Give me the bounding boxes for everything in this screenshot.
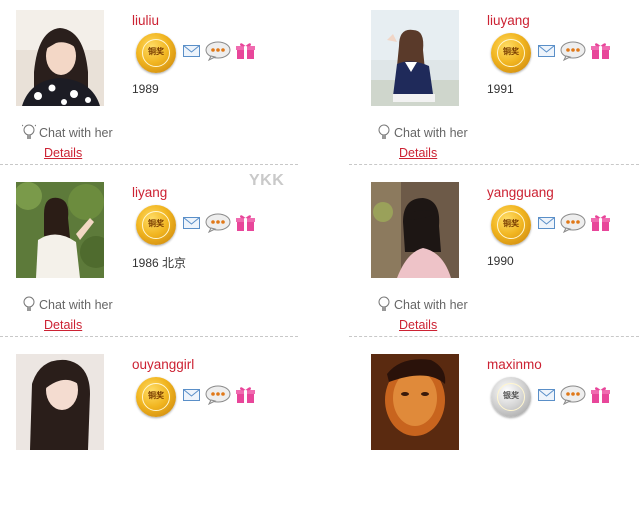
watermark-text: YKK — [249, 172, 285, 189]
medal-label: 银奖 — [503, 391, 519, 400]
medal-icon: 铜奖 — [136, 33, 176, 73]
profile-photo[interactable] — [371, 182, 459, 278]
details-link[interactable]: Details — [399, 146, 437, 160]
row-divider — [349, 336, 639, 337]
gift-icon[interactable] — [591, 214, 610, 232]
profile-photo[interactable] — [371, 10, 459, 106]
medal-icon: 银奖 — [491, 377, 531, 417]
chat-with-her-link[interactable]: Chat with her — [22, 124, 113, 142]
chat-label[interactable]: Chat with her — [39, 298, 113, 312]
profile-card-liyang: liyang 铜奖 1986 北京 Chat with her Details — [16, 182, 316, 342]
medal-icon: 铜奖 — [136, 205, 176, 245]
row-divider — [0, 164, 298, 165]
chat-bubble-icon[interactable] — [560, 385, 586, 405]
chat-with-her-link[interactable]: Chat with her — [22, 296, 113, 314]
medal-icon: 铜奖 — [136, 377, 176, 417]
chat-bubble-icon[interactable] — [205, 385, 231, 405]
medal-label: 铜奖 — [148, 47, 164, 56]
profile-name[interactable]: maxinmo — [487, 357, 542, 372]
profile-info: 1986 北京 — [132, 256, 187, 270]
profile-photo[interactable] — [16, 10, 104, 106]
profile-photo[interactable] — [16, 182, 104, 278]
lightbulb-icon — [23, 296, 35, 311]
chat-bubble-icon[interactable] — [205, 213, 231, 233]
row-divider — [0, 336, 298, 337]
chat-bubble-icon[interactable] — [560, 41, 586, 61]
medal-icon: 铜奖 — [491, 33, 531, 73]
profile-name[interactable]: liuliu — [132, 13, 159, 28]
details-link[interactable]: Details — [44, 318, 82, 332]
details-link[interactable]: Details — [44, 146, 82, 160]
lightbulb-icon — [22, 124, 36, 139]
profile-name[interactable]: liyang — [132, 185, 167, 200]
chat-label[interactable]: Chat with her — [394, 126, 468, 140]
medal-label: 铜奖 — [503, 219, 519, 228]
medal-label: 铜奖 — [148, 391, 164, 400]
profile-photo[interactable] — [16, 354, 104, 450]
gift-icon[interactable] — [236, 42, 255, 60]
profile-info: 1989 — [132, 82, 159, 96]
profile-card-yangguang: yangguang 铜奖 1990 Chat with her Details — [371, 182, 639, 342]
row-divider — [349, 164, 639, 165]
chat-with-her-link[interactable]: Chat with her — [377, 296, 468, 314]
gift-icon[interactable] — [236, 386, 255, 404]
chat-bubble-icon[interactable] — [560, 213, 586, 233]
mail-icon[interactable] — [183, 44, 200, 58]
mail-icon[interactable] — [183, 388, 200, 402]
lightbulb-icon — [378, 296, 390, 311]
chat-with-her-link[interactable]: Chat with her — [377, 124, 468, 142]
profile-name[interactable]: liuyang — [487, 13, 530, 28]
gift-icon[interactable] — [236, 214, 255, 232]
profile-name[interactable]: ouyanggirl — [132, 357, 194, 372]
mail-icon[interactable] — [183, 216, 200, 230]
medal-label: 铜奖 — [503, 47, 519, 56]
lightbulb-icon — [378, 124, 390, 139]
chat-bubble-icon[interactable] — [205, 41, 231, 61]
profile-card-liuliu: liuliu 铜奖 1989 Chat with her Details — [16, 10, 316, 170]
medal-label: 铜奖 — [148, 219, 164, 228]
profile-card-maxinmo: maxinmo 银奖 — [371, 354, 639, 514]
gift-icon[interactable] — [591, 386, 610, 404]
profile-info: 1990 — [487, 254, 514, 268]
chat-label[interactable]: Chat with her — [39, 126, 113, 140]
mail-icon[interactable] — [538, 44, 555, 58]
profile-card-liuyang: liuyang 铜奖 1991 Chat with her Details — [371, 10, 639, 170]
chat-label[interactable]: Chat with her — [394, 298, 468, 312]
gift-icon[interactable] — [591, 42, 610, 60]
mail-icon[interactable] — [538, 216, 555, 230]
profile-card-ouyanggirl: ouyanggirl 铜奖 — [16, 354, 316, 514]
medal-icon: 铜奖 — [491, 205, 531, 245]
profile-info: 1991 — [487, 82, 514, 96]
profile-photo[interactable] — [371, 354, 459, 450]
details-link[interactable]: Details — [399, 318, 437, 332]
profile-name[interactable]: yangguang — [487, 185, 554, 200]
mail-icon[interactable] — [538, 388, 555, 402]
